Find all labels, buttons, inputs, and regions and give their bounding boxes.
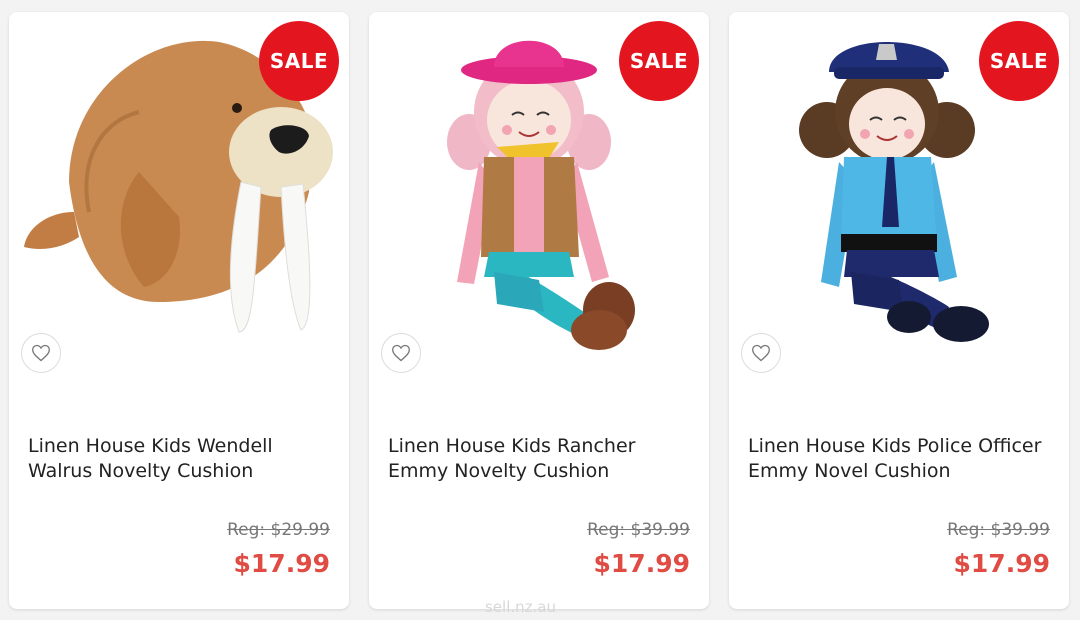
heart-icon bbox=[391, 344, 411, 362]
product-title[interactable]: Linen House Kids Rancher Emmy Novelty Cu… bbox=[388, 434, 698, 484]
product-card[interactable]: SALE Linen House Kids Wendell Walrus Nov… bbox=[9, 12, 349, 609]
regular-price: Reg: $39.99 bbox=[947, 520, 1050, 540]
product-card[interactable]: SALE Linen House Kids Rancher Emmy Novel… bbox=[369, 12, 709, 609]
product-grid: SALE Linen House Kids Wendell Walrus Nov… bbox=[9, 12, 1069, 609]
product-title[interactable]: Linen House Kids Wendell Walrus Novelty … bbox=[28, 434, 338, 484]
wishlist-button[interactable] bbox=[381, 333, 421, 373]
sale-price: $17.99 bbox=[233, 549, 330, 578]
watermark: sell.nz.au bbox=[485, 598, 556, 616]
sale-price: $17.99 bbox=[593, 549, 690, 578]
sale-badge: SALE bbox=[979, 21, 1059, 101]
product-title[interactable]: Linen House Kids Police Officer Emmy Nov… bbox=[748, 434, 1058, 484]
sale-badge: SALE bbox=[259, 21, 339, 101]
regular-price: Reg: $29.99 bbox=[227, 520, 330, 540]
sale-price: $17.99 bbox=[953, 549, 1050, 578]
regular-price: Reg: $39.99 bbox=[587, 520, 690, 540]
wishlist-button[interactable] bbox=[741, 333, 781, 373]
product-card[interactable]: SALE Linen House Kids Police Officer Emm… bbox=[729, 12, 1069, 609]
sale-badge: SALE bbox=[619, 21, 699, 101]
heart-icon bbox=[31, 344, 51, 362]
heart-icon bbox=[751, 344, 771, 362]
wishlist-button[interactable] bbox=[21, 333, 61, 373]
